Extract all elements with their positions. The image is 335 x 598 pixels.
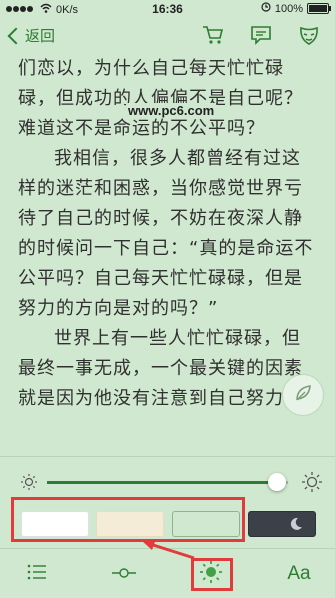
- back-button[interactable]: 返回: [6, 25, 55, 46]
- font-label: Aa: [287, 563, 311, 584]
- slider-thumb[interactable]: [268, 473, 286, 491]
- chevron-left-icon: [7, 27, 25, 44]
- progress-icon: [111, 565, 137, 584]
- theme-highlight-box: [11, 497, 245, 542]
- leaf-icon: [293, 383, 313, 407]
- sun-large-icon: [301, 471, 323, 497]
- brightness-slider[interactable]: [0, 470, 335, 494]
- sun-small-icon: [20, 473, 38, 495]
- paragraph: 们恋以，为什么自己每天忙忙碌碌，但成功的人偏偏不是自己呢？难道这不是命运的不公平…: [18, 58, 303, 139]
- back-label: 返回: [25, 28, 56, 45]
- theme-night-swatch[interactable]: [248, 511, 316, 537]
- mask-icon[interactable]: [297, 24, 321, 46]
- navigation-bar: 返回: [0, 18, 335, 54]
- font-settings-button[interactable]: Aa: [285, 560, 313, 588]
- list-icon: [27, 564, 47, 584]
- paragraph: 我相信，很多人都曾经有过这样的迷茫和困惑，当你感觉世界亏待了自己的时候，不妨在夜…: [18, 148, 314, 319]
- annotation-arrow: [138, 536, 198, 566]
- toc-button[interactable]: [25, 560, 49, 588]
- alarm-icon: [261, 2, 271, 15]
- progress-button[interactable]: [110, 560, 138, 588]
- moon-icon: [289, 516, 303, 535]
- status-bar: 0K/s 16:36 100%: [0, 0, 335, 18]
- cart-icon[interactable]: [201, 24, 225, 46]
- comment-icon[interactable]: [249, 24, 273, 46]
- divider: [0, 456, 335, 457]
- slider-track-filled: [47, 481, 279, 484]
- watermark: www.pc6.com: [126, 103, 217, 118]
- note-button[interactable]: [282, 374, 324, 416]
- battery-percent: 100%: [274, 2, 303, 15]
- battery-icon: [307, 3, 331, 14]
- paragraph: 世界上有一些人忙忙碌碌，但最终一事无成，一个最关键的因素就是因为他没有注意到自己…: [18, 328, 303, 409]
